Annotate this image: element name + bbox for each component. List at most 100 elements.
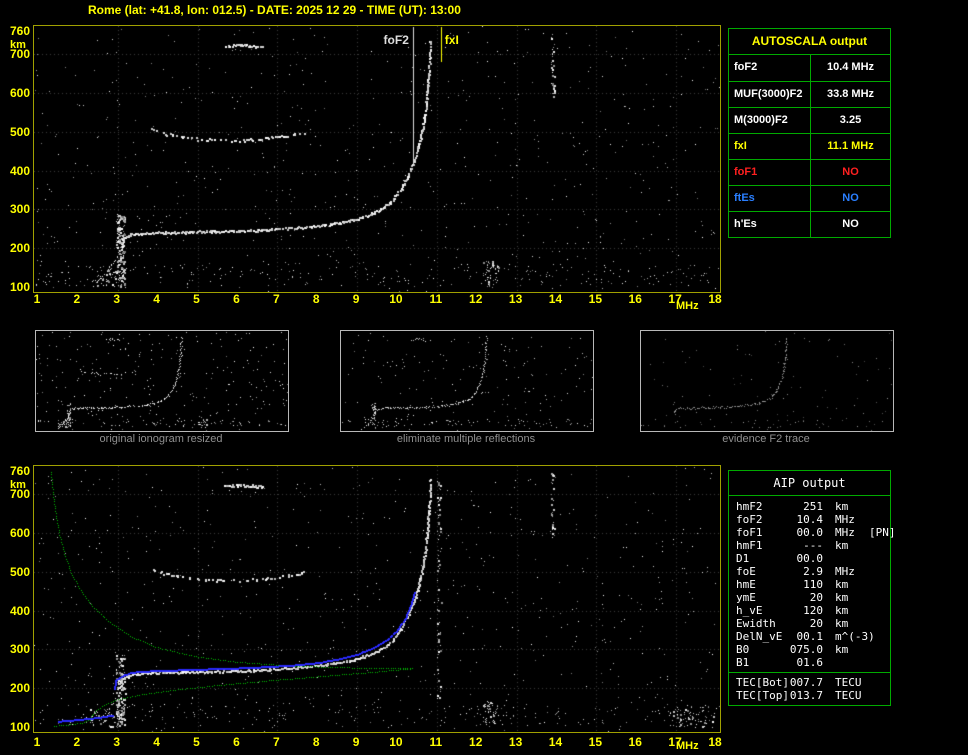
autoscala-row: foF1NO	[729, 159, 890, 185]
x-tick-label: 8	[303, 735, 329, 749]
aip-tec-rows: TEC[Bot]007.7TECUTEC[Top]013.7TECU	[729, 672, 890, 705]
aip-table-header: AIP output	[729, 471, 890, 496]
autoscala-row: MUF(3000)F233.8 MHz	[729, 81, 890, 107]
x-tick-label: 8	[303, 292, 329, 306]
aip-parameter-name: Ewidth	[729, 617, 789, 630]
aip-parameter-name: hmF2	[729, 500, 789, 513]
autoscala-row-value: 11.1 MHz	[811, 134, 890, 159]
thumbnail-caption-evidence: evidence F2 trace	[639, 433, 893, 445]
autoscala-row-label: M(3000)F2	[729, 108, 811, 133]
aip-parameter-unit: MHz	[823, 526, 869, 539]
x-tick-label: 17	[662, 735, 688, 749]
x-tick-label: 7	[263, 735, 289, 749]
fxi-marker-label: fxI	[445, 33, 489, 47]
aip-parameter-value: ---	[789, 539, 823, 552]
y-tick-label: 500	[0, 565, 30, 579]
autoscala-screen: Rome (lat: +41.8, lon: 012.5) - DATE: 20…	[0, 0, 968, 755]
x-tick-label: 11	[423, 735, 449, 749]
aip-parameter-unit: MHz	[823, 565, 869, 578]
aip-row: hmF1---km	[729, 539, 890, 552]
autoscala-row-label: foF1	[729, 160, 811, 185]
x-tick-label: 1	[24, 735, 50, 749]
autoscala-row: ftEsNO	[729, 185, 890, 211]
aip-parameter-note	[869, 617, 890, 630]
y-tick-label: 100	[0, 720, 30, 734]
x-tick-label: 12	[463, 292, 489, 306]
aip-parameter-unit	[823, 552, 869, 565]
aip-parameter-note	[869, 643, 890, 656]
aip-parameter-unit: km	[823, 604, 869, 617]
x-tick-label: 14	[542, 735, 568, 749]
aip-parameter-name: h_vE	[729, 604, 789, 617]
aip-parameter-name: D1	[729, 552, 789, 565]
aip-parameter-value: 20	[789, 617, 823, 630]
aip-parameter-unit: km	[823, 591, 869, 604]
aip-parameter-note	[869, 565, 890, 578]
autoscala-row: h'EsNO	[729, 211, 890, 237]
aip-parameter-note	[869, 676, 890, 689]
thumbnail-caption-eliminate: eliminate multiple reflections	[339, 433, 593, 445]
aip-row: DelN_vE00.1m^(-3)	[729, 630, 890, 643]
aip-parameter-note	[869, 513, 890, 526]
x-tick-label: 2	[64, 735, 90, 749]
x-tick-label: 14	[542, 292, 568, 306]
aip-parameter-value: 251	[789, 500, 823, 513]
aip-parameter-note: [PN]	[869, 526, 896, 539]
aip-parameter-unit: km	[823, 643, 869, 656]
x-tick-label: 1	[24, 292, 50, 306]
aip-parameter-unit: km	[823, 500, 869, 513]
thumbnail-eliminate-reflections-canvas	[341, 331, 593, 431]
aip-output-table: AIP output hmF2251kmfoF210.4MHzfoF100.0M…	[728, 470, 891, 706]
aip-parameter-name: foF1	[729, 526, 789, 539]
aip-row: B0075.0km	[729, 643, 890, 656]
aip-table-rows: hmF2251kmfoF210.4MHzfoF100.0MHz[PN]hmF1-…	[729, 496, 890, 672]
aip-row: foF210.4MHz	[729, 513, 890, 526]
x-tick-label: 10	[383, 735, 409, 749]
aip-parameter-note	[869, 578, 890, 591]
thumbnail-evidence-f2	[640, 330, 894, 432]
aip-parameter-value: 01.6	[789, 656, 823, 669]
aip-parameter-unit: m^(-3)	[823, 630, 875, 643]
aip-parameter-unit: km	[823, 578, 869, 591]
autoscala-row: M(3000)F23.25	[729, 107, 890, 133]
aip-parameter-name: foE	[729, 565, 789, 578]
x-tick-label: 18	[702, 735, 728, 749]
autoscala-row-value: NO	[811, 186, 890, 211]
aip-parameter-name: foF2	[729, 513, 789, 526]
autoscala-row-label: foF2	[729, 55, 811, 81]
y-tick-label: 600	[0, 526, 30, 540]
x-tick-label: 3	[104, 735, 130, 749]
autoscala-row-value: NO	[811, 160, 890, 185]
aip-row: hmE110km	[729, 578, 890, 591]
aip-parameter-note	[869, 500, 890, 513]
thumbnail-caption-original: original ionogram resized	[34, 433, 288, 445]
aip-row: B101.6	[729, 656, 890, 669]
y-tick-label: 600	[0, 86, 30, 100]
y-tick-label: 500	[0, 125, 30, 139]
x-tick-label: 9	[343, 735, 369, 749]
autoscala-row: fxI11.1 MHz	[729, 133, 890, 159]
aip-parameter-unit: MHz	[823, 513, 869, 526]
aip-parameter-unit: TECU	[823, 676, 869, 689]
y-tick-label: 200	[0, 681, 30, 695]
y-tick-label: 200	[0, 241, 30, 255]
x-tick-label: 7	[263, 292, 289, 306]
x-tick-label: 4	[144, 292, 170, 306]
aip-parameter-name: B0	[729, 643, 789, 656]
station-title: Rome (lat: +41.8, lon: 012.5) - DATE: 20…	[88, 3, 461, 17]
thumbnail-original-canvas	[36, 331, 288, 431]
fof2-marker-label: foF2	[365, 33, 409, 47]
y-tick-label: 300	[0, 202, 30, 216]
aip-parameter-note	[869, 689, 890, 702]
aip-parameter-note	[875, 630, 890, 643]
aip-row: h_vE120km	[729, 604, 890, 617]
aip-parameter-unit: km	[823, 617, 869, 630]
thumbnail-evidence-f2-canvas	[641, 331, 893, 431]
aip-row: foE2.9MHz	[729, 565, 890, 578]
aip-row: hmF2251km	[729, 500, 890, 513]
autoscala-row: foF210.4 MHz	[729, 55, 890, 81]
y-tick-label: 700	[0, 487, 30, 501]
aip-parameter-note	[869, 591, 890, 604]
aip-parameter-unit: km	[823, 539, 869, 552]
aip-parameter-name: hmF1	[729, 539, 789, 552]
